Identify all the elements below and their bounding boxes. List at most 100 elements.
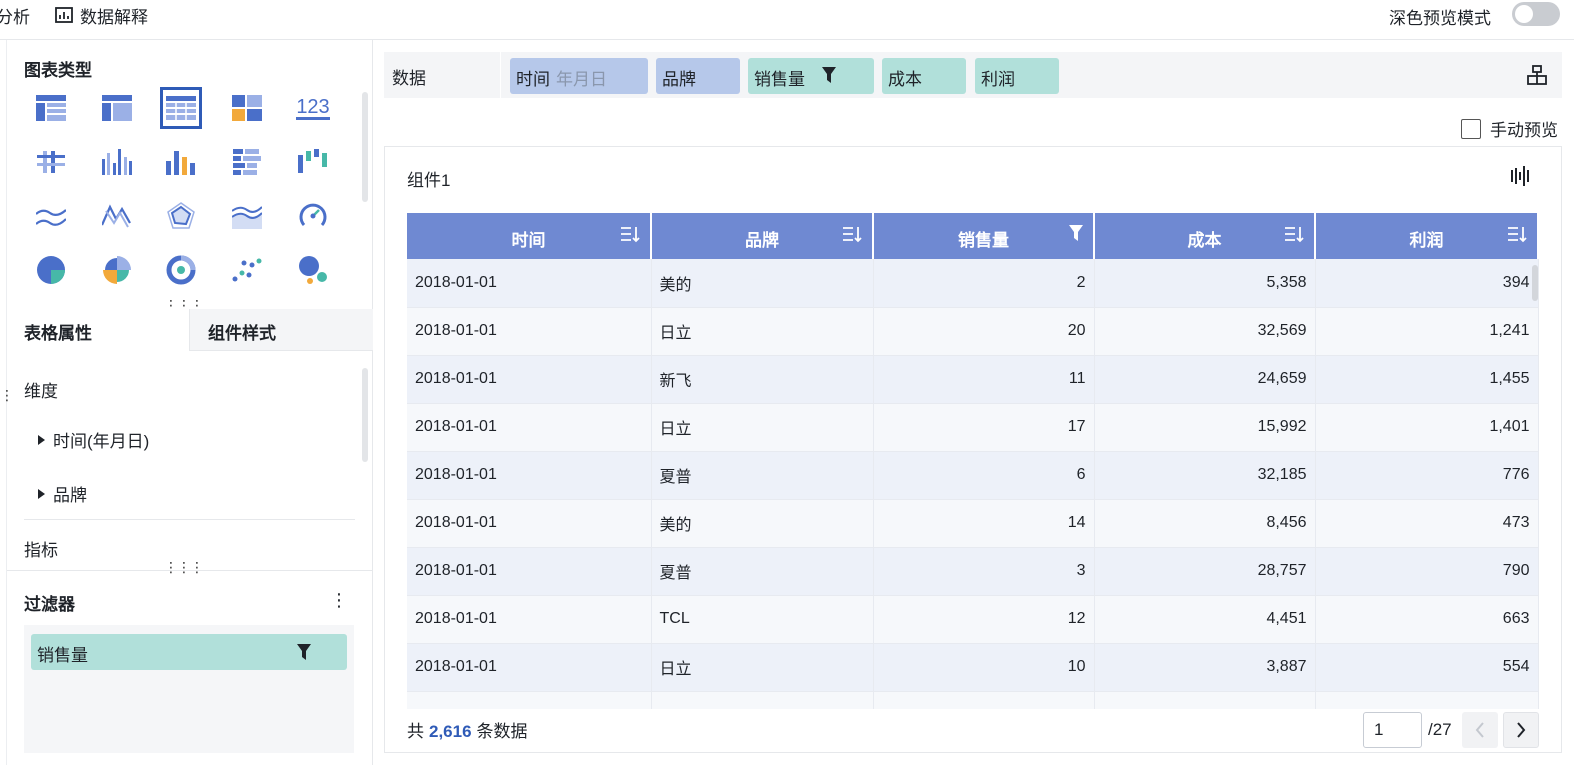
cross-table-icon[interactable]	[96, 87, 138, 129]
filter-chip-sales[interactable]: 销售量	[31, 634, 347, 670]
fields-area: 时间 年月日 品牌 销售量 成本 利润	[500, 52, 1510, 98]
cell-time: 2018-01-01	[407, 355, 652, 404]
table-row[interactable]: 2018-01-01 日立 20 32,569 1,241	[407, 307, 1539, 356]
page-number-input[interactable]: 1	[1363, 712, 1422, 748]
sort-icon[interactable]	[620, 225, 640, 243]
cell-brand: 新飞	[651, 355, 874, 404]
divider	[24, 519, 355, 520]
cell-profit: 1,401	[1315, 403, 1539, 452]
hierarchy-icon[interactable]	[1526, 64, 1548, 86]
treemap-icon[interactable]	[226, 87, 268, 129]
data-table: 时间 品牌 销售量 成本 利润 2018-01-01 美的 2 5,358 394 20…	[407, 213, 1539, 709]
cell-time: 2018-01-01	[407, 451, 652, 500]
waterfall-icon[interactable]	[292, 141, 334, 183]
dimension-item-brand[interactable]: 品牌	[38, 481, 87, 506]
column-header-label: 时间	[511, 231, 546, 250]
kpi-number-icon[interactable]: 123	[292, 87, 334, 129]
field-pill-label: 利润	[981, 70, 1015, 89]
sort-icon[interactable]	[842, 225, 862, 243]
cell-profit: 554	[1315, 643, 1539, 692]
cell-time: 2018-01-01	[407, 259, 652, 308]
stock-line-icon[interactable]	[96, 195, 138, 237]
column-header-profit[interactable]: 利润	[1315, 213, 1539, 259]
grouped-bar-h-icon[interactable]	[30, 141, 72, 183]
left-config-panel: 图表类型 123 ⋮⋮⋮ 表格属性 组件样式 ⋮ 维度 时间(年月日) 品牌 指…	[0, 40, 373, 765]
tab-table-properties[interactable]: 表格属性	[7, 309, 189, 351]
area-icon[interactable]	[226, 195, 268, 237]
analysis-tab[interactable]: 分析	[0, 3, 30, 28]
manual-preview-checkbox[interactable]: 手动预览	[1461, 116, 1558, 141]
table-icon[interactable]	[30, 87, 72, 129]
gauge-icon[interactable]	[292, 195, 334, 237]
filter-dropzone[interactable]: 销售量	[24, 625, 354, 753]
field-pill-sales[interactable]: 销售量	[748, 58, 874, 94]
column-icon[interactable]	[160, 141, 202, 183]
dark-mode-toggle[interactable]	[1512, 2, 1560, 26]
tab-component-style[interactable]: 组件样式	[189, 309, 373, 351]
cell-cost: 5,358	[1094, 259, 1316, 308]
column-header-brand[interactable]: 品牌	[651, 213, 874, 259]
field-pill-sub: 年月日	[556, 70, 607, 89]
table-scrollbar[interactable]	[1532, 265, 1538, 301]
cell-sales: 10	[873, 643, 1095, 692]
sort-icon[interactable]	[1507, 225, 1527, 243]
metric-label: 指标	[24, 541, 58, 560]
cell-brand: 日立	[651, 307, 874, 356]
table-row[interactable]: 2018-01-01 日立 10 3,887 554	[407, 643, 1539, 692]
detail-table-icon[interactable]	[160, 87, 202, 129]
table-row[interactable]: 2018-01-01 日立 17 15,992 1,401	[407, 403, 1539, 452]
properties-scrollbar[interactable]	[362, 368, 368, 462]
cell-brand: 日立	[651, 403, 874, 452]
table-row[interactable]: 2018-01-01 夏普 3 28,757 790	[407, 547, 1539, 596]
line-icon[interactable]	[30, 195, 72, 237]
column-header-sales[interactable]: 销售量	[873, 213, 1095, 259]
table-row[interactable]: 2018-01-01 美的 2 5,358 394	[407, 259, 1539, 308]
cell-sales: 20	[873, 307, 1095, 356]
scatter-icon[interactable]	[226, 249, 268, 291]
resize-handle-top[interactable]: ⋮⋮⋮	[164, 298, 204, 312]
cell-time: 2018-01-01	[407, 307, 652, 356]
side-drag-handle[interactable]: ⋮	[0, 388, 14, 402]
resize-handle-bottom[interactable]: ⋮⋮⋮	[164, 560, 204, 574]
rose-icon[interactable]	[96, 249, 138, 291]
cell-time: 2018-01-01	[407, 547, 652, 596]
field-pill-cost[interactable]: 成本	[882, 58, 966, 94]
grouped-column-icon[interactable]	[96, 141, 138, 183]
table-row[interactable]	[407, 691, 1539, 709]
field-pill-label: 品牌	[662, 70, 696, 89]
filter-title: 过滤器	[24, 595, 75, 614]
cell-profit: 776	[1315, 451, 1539, 500]
funnel-icon[interactable]	[297, 644, 311, 660]
column-header-cost[interactable]: 成本	[1094, 213, 1316, 259]
ring-icon[interactable]	[160, 249, 202, 291]
column-header-time[interactable]: 时间	[407, 213, 652, 259]
cell-cost: 15,992	[1094, 403, 1316, 452]
field-pill-time[interactable]: 时间 年月日	[510, 58, 648, 94]
prev-page-button[interactable]	[1462, 712, 1498, 748]
column-header-label: 利润	[1409, 231, 1444, 250]
checkbox-box[interactable]	[1461, 118, 1481, 139]
next-page-button[interactable]	[1503, 712, 1539, 748]
data-explain-button[interactable]: 数据解释	[54, 3, 148, 28]
table-row[interactable]: 2018-01-01 美的 14 8,456 473	[407, 499, 1539, 548]
bubble-icon[interactable]	[292, 249, 334, 291]
pie-icon[interactable]	[30, 249, 72, 291]
cell-brand: 夏普	[651, 451, 874, 500]
field-pill-brand[interactable]: 品牌	[656, 58, 740, 94]
table-row[interactable]: 2018-01-01 TCL 12 4,451 663	[407, 595, 1539, 644]
more-options-icon[interactable]: ⋮	[330, 590, 348, 611]
chevron-right-icon	[1517, 722, 1526, 738]
stacked-bar-h-icon[interactable]	[226, 141, 268, 183]
sort-icon[interactable]	[1284, 225, 1304, 243]
table-row[interactable]: 2018-01-01 夏普 6 32,185 776	[407, 451, 1539, 500]
data-explain-label: 数据解释	[80, 8, 148, 27]
table-row[interactable]: 2018-01-01 新飞 11 24,659 1,455	[407, 355, 1539, 404]
field-pill-profit[interactable]: 利润	[975, 58, 1059, 94]
dimension-item-time[interactable]: 时间(年月日)	[38, 427, 149, 452]
field-pill-label: 成本	[888, 70, 922, 89]
funnel-icon[interactable]	[1069, 225, 1083, 241]
dimension-label: 维度	[24, 382, 58, 401]
radar-icon[interactable]	[160, 195, 202, 237]
chart-grid-scrollbar[interactable]	[362, 92, 368, 202]
data-fields-bar: 数据 时间 年月日 品牌 销售量 成本 利润	[384, 52, 1562, 98]
